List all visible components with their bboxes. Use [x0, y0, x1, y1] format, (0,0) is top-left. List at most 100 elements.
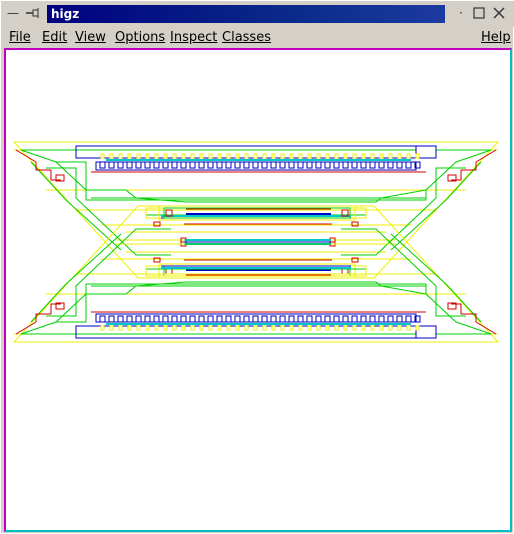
ladder-cap — [397, 153, 402, 159]
ladder-cap — [172, 153, 177, 159]
ladder-cap — [406, 153, 411, 159]
upper-blue-ladder — [95, 161, 417, 171]
ladder-cap — [325, 153, 330, 159]
ladder-cap — [334, 153, 339, 159]
ladder-cell — [288, 161, 295, 169]
ladder-cap — [352, 153, 357, 159]
menu-help[interactable]: Help — [481, 30, 511, 46]
maximize-icon[interactable] — [471, 5, 487, 21]
lower-detector-section — [13, 205, 499, 343]
ladder-cap — [370, 153, 375, 159]
ladder-cap — [181, 153, 186, 159]
ladder-cell — [234, 161, 241, 169]
ladder-cap — [199, 153, 204, 159]
ladder-cell — [306, 161, 313, 169]
ladder-cell — [270, 161, 277, 169]
lower-detector-mirror — [13, 205, 499, 343]
ladder-cap — [262, 153, 267, 159]
ladder-cell — [126, 161, 133, 169]
ladder-cap — [388, 153, 393, 159]
ladder-cell — [225, 161, 232, 169]
ladder-cap — [307, 153, 312, 159]
ladder-cell — [243, 161, 250, 169]
window-menu-icon[interactable]: — — [5, 5, 21, 21]
menu-inspect[interactable]: Inspect — [170, 30, 217, 46]
menu-edit-label: Edit — [42, 30, 68, 45]
ladder-cell — [279, 161, 286, 169]
ladder-cap — [100, 153, 105, 159]
ladder-cap — [118, 153, 123, 159]
graphics-canvas-frame — [4, 48, 512, 532]
ladder-cell — [216, 161, 223, 169]
ladder-cell — [378, 161, 385, 169]
ladder-cap — [379, 153, 384, 159]
ladder-cell — [153, 161, 160, 169]
ladder-cap — [163, 153, 168, 159]
menu-view[interactable]: View — [75, 30, 106, 46]
ladder-cell — [144, 161, 151, 169]
menu-inspect-label: Inspect — [170, 30, 218, 45]
ladder-cell — [333, 161, 340, 169]
ladder-cap — [235, 153, 240, 159]
upper-green-side-right — [341, 167, 466, 256]
upper-blue-chamber — [75, 145, 437, 159]
application-window: — higz · File Edit View Options Inspect … — [0, 0, 514, 534]
ladder-cell — [351, 161, 358, 169]
ladder-cap — [208, 153, 213, 159]
ladder-cap — [217, 153, 222, 159]
menu-options[interactable]: Options — [115, 30, 165, 46]
menu-bar: File Edit View Options Inspect Classes H… — [1, 27, 514, 49]
ladder-cap — [289, 153, 294, 159]
ladder-cell — [99, 161, 106, 169]
ladder-cell — [162, 161, 169, 169]
ladder-cell — [369, 161, 376, 169]
menu-file[interactable]: File — [9, 30, 31, 46]
ladder-cap — [271, 153, 276, 159]
ladder-cell — [108, 161, 115, 169]
ladder-cell — [360, 161, 367, 169]
menu-options-label: Options — [115, 30, 166, 45]
ladder-cell — [252, 161, 259, 169]
ladder-cell — [180, 161, 187, 169]
ladder-cap — [280, 153, 285, 159]
upper-detector-section — [12, 141, 500, 279]
ladder-cell — [198, 161, 205, 169]
close-icon[interactable] — [491, 5, 507, 21]
ladder-cell — [342, 161, 349, 169]
menu-classes[interactable]: Classes — [222, 30, 271, 46]
ladder-cap — [136, 153, 141, 159]
ladder-cell — [387, 161, 394, 169]
menu-file-label: File — [9, 30, 31, 45]
ladder-cap — [298, 153, 303, 159]
ladder-cell — [396, 161, 403, 169]
title-bar[interactable]: — higz · — [1, 1, 514, 27]
ladder-cell — [405, 161, 412, 169]
ladder-cell — [261, 161, 268, 169]
ladder-cell — [171, 161, 178, 169]
window-title: higz — [47, 5, 445, 23]
menu-classes-label: Classes — [222, 30, 271, 45]
menu-help-label: Help — [481, 30, 511, 45]
ladder-cap — [127, 153, 132, 159]
ladder-cell — [135, 161, 142, 169]
ladder-cap — [244, 153, 249, 159]
pin-icon[interactable] — [25, 5, 41, 21]
ladder-cap — [154, 153, 159, 159]
ladder-cap — [361, 153, 366, 159]
ladder-cap — [226, 153, 231, 159]
ladder-cap — [316, 153, 321, 159]
dot-icon[interactable]: · — [453, 5, 469, 21]
ladder-cell — [324, 161, 331, 169]
ladder-cap — [253, 153, 258, 159]
ladder-cap — [109, 153, 114, 159]
ladder-cell — [189, 161, 196, 169]
ladder-cell — [207, 161, 214, 169]
upper-red-left — [15, 149, 61, 181]
detector-drawing-canvas[interactable] — [6, 50, 510, 530]
ladder-cell — [315, 161, 322, 169]
ladder-cap — [190, 153, 195, 159]
menu-edit[interactable]: Edit — [42, 30, 67, 46]
ladder-cap — [343, 153, 348, 159]
ladder-cap — [145, 153, 150, 159]
menu-view-label: View — [75, 30, 106, 45]
